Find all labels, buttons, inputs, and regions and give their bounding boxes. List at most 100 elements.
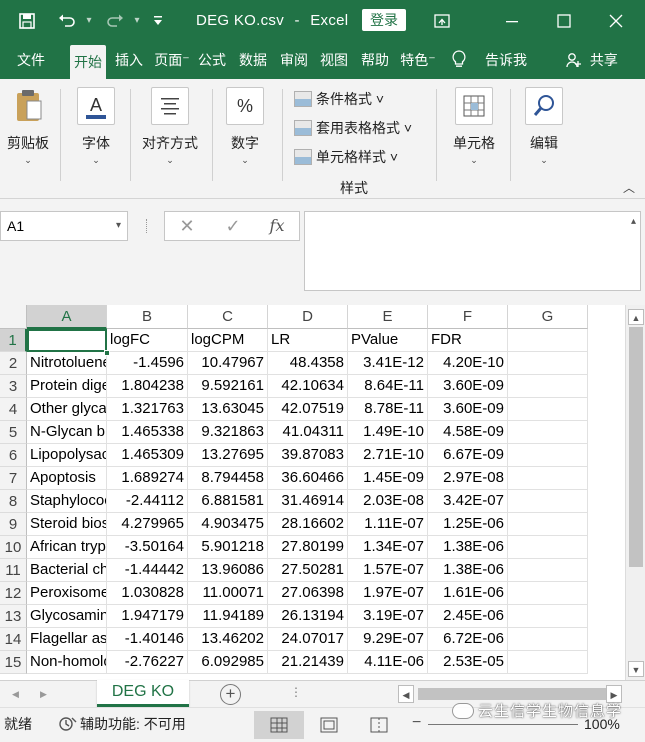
maximize-icon[interactable]	[542, 0, 586, 41]
grid-cell[interactable]: 1.57E-07	[348, 559, 428, 582]
grid-cell[interactable]	[508, 467, 588, 490]
row-header[interactable]: 6	[0, 444, 27, 467]
scroll-up-icon[interactable]: ▲	[628, 309, 644, 325]
tab-insert[interactable]: 插入	[110, 41, 148, 79]
grid-cell[interactable]: Staphylococcus aureus infection	[27, 490, 107, 513]
grid-cell[interactable]: 9.321863	[188, 421, 268, 444]
column-header-c[interactable]: C	[188, 305, 268, 329]
row-header[interactable]: 5	[0, 421, 27, 444]
tab-review[interactable]: 审阅	[276, 41, 312, 79]
grid-cell[interactable]: African trypanosomiasis	[27, 536, 107, 559]
grid-cell[interactable]: 42.07519	[268, 398, 348, 421]
grid-cell[interactable]	[508, 444, 588, 467]
grid-cell[interactable]: 10.47967	[188, 352, 268, 375]
save-icon[interactable]	[12, 0, 42, 41]
grid-cell[interactable]	[508, 582, 588, 605]
grid-cell[interactable]: 4.11E-06	[348, 651, 428, 674]
grid-cell[interactable]	[508, 651, 588, 674]
normal-view-icon[interactable]	[254, 711, 304, 739]
grid-cell[interactable]: 3.19E-07	[348, 605, 428, 628]
tab-split-grip[interactable]: ⋮	[290, 685, 302, 699]
add-sheet-button[interactable]: +	[220, 684, 241, 705]
select-all-corner[interactable]	[0, 305, 27, 329]
grid-cell[interactable]: 6.881581	[188, 490, 268, 513]
column-header-d[interactable]: D	[268, 305, 348, 329]
row-header[interactable]: 8	[0, 490, 27, 513]
tell-me-search[interactable]: 告诉我	[485, 41, 527, 79]
grid-cell[interactable]: 1.689274	[107, 467, 188, 490]
grid-cell[interactable]: 11.00071	[188, 582, 268, 605]
grid-cell[interactable]	[508, 421, 588, 444]
grid-cell[interactable]: logFC	[107, 329, 188, 352]
grid-cell[interactable]: LR	[268, 329, 348, 352]
grid-cell[interactable]: 8.78E-11	[348, 398, 428, 421]
enter-icon[interactable]: ✓	[211, 212, 255, 240]
undo-icon[interactable]	[52, 0, 82, 41]
grid-cell[interactable]	[508, 536, 588, 559]
row-header[interactable]: 1	[0, 329, 27, 352]
grid-cell[interactable]: 9.592161	[188, 375, 268, 398]
grid-cell[interactable]	[508, 490, 588, 513]
grid-cell[interactable]: 1.465309	[107, 444, 188, 467]
tab-help[interactable]: 帮助	[357, 41, 393, 79]
grid-cell[interactable]: 2.53E-05	[428, 651, 508, 674]
tab-view[interactable]: 视图	[316, 41, 352, 79]
grid-cell[interactable]: 11.94189	[188, 605, 268, 628]
grid-cell[interactable]	[508, 375, 588, 398]
grid-cell[interactable]: -1.40146	[107, 628, 188, 651]
grid-cell[interactable]: 41.04311	[268, 421, 348, 444]
grid-cell[interactable]: 6.72E-06	[428, 628, 508, 651]
grid-cell[interactable]: 13.46202	[188, 628, 268, 651]
login-button[interactable]: 登录	[362, 9, 406, 31]
grid-cell[interactable]: -2.44112	[107, 490, 188, 513]
accessibility-status[interactable]: 辅助功能: 不可用	[80, 708, 186, 740]
grid-cell[interactable]: Protein digestion and absorption	[27, 375, 107, 398]
scroll-down-icon[interactable]: ▼	[628, 661, 644, 677]
grid-cell[interactable]: 42.10634	[268, 375, 348, 398]
grid-cell[interactable]: 6.092985	[188, 651, 268, 674]
grid-cell[interactable]	[508, 605, 588, 628]
row-header[interactable]: 14	[0, 628, 27, 651]
grid-cell[interactable]: 5.901218	[188, 536, 268, 559]
tab-page-layout[interactable]: 页面⁻	[152, 41, 192, 79]
grid-cell[interactable]: 8.794458	[188, 467, 268, 490]
grid-cell[interactable]: 4.58E-09	[428, 421, 508, 444]
grid-cell[interactable]: 1.34E-07	[348, 536, 428, 559]
close-icon[interactable]	[594, 0, 638, 41]
grid-cell[interactable]: 1.38E-06	[428, 559, 508, 582]
next-sheet-icon[interactable]: ▶	[40, 683, 47, 705]
share-button[interactable]: 共享	[566, 41, 618, 79]
fill-handle[interactable]	[104, 350, 110, 356]
grid-cell[interactable]: Non-homologous end-joining	[27, 651, 107, 674]
grid-cell[interactable]: 27.06398	[268, 582, 348, 605]
grid-cell[interactable]: 6.67E-09	[428, 444, 508, 467]
grid-cell[interactable]: 36.60466	[268, 467, 348, 490]
grid-cell[interactable]: 3.60E-09	[428, 375, 508, 398]
tab-featured[interactable]: 特色⁻	[398, 41, 438, 79]
formula-bar-grip[interactable]	[146, 219, 148, 233]
grid-cell[interactable]	[508, 398, 588, 421]
grid-cell[interactable]	[508, 559, 588, 582]
grid-cell[interactable]: 39.87083	[268, 444, 348, 467]
row-header[interactable]: 3	[0, 375, 27, 398]
grid-cell[interactable]: 1.97E-07	[348, 582, 428, 605]
grid-cell[interactable]: 1.61E-06	[428, 582, 508, 605]
grid-cell[interactable]: N-Glycan biosynthesis	[27, 421, 107, 444]
tab-formulas[interactable]: 公式	[194, 41, 230, 79]
collapse-ribbon-icon[interactable]: ︿	[623, 179, 635, 196]
grid-cell[interactable]: 24.07017	[268, 628, 348, 651]
grid-cell[interactable]: 27.80199	[268, 536, 348, 559]
format-as-table-button[interactable]: 套用表格格式 ˅	[294, 117, 412, 139]
name-box[interactable]: A1 ▾	[0, 211, 128, 241]
grid-cell[interactable]: logCPM	[188, 329, 268, 352]
undo-dropdown-icon[interactable]: ▾	[82, 0, 96, 41]
grid-cell[interactable]: Apoptosis	[27, 467, 107, 490]
scroll-left-icon[interactable]: ◀	[398, 685, 414, 703]
grid-cell[interactable]: Lipopolysaccharide biosynthesis	[27, 444, 107, 467]
cancel-icon[interactable]: ✕	[165, 212, 209, 240]
redo-icon[interactable]	[100, 0, 130, 41]
grid-cell[interactable]: Bacterial chemotaxis	[27, 559, 107, 582]
row-header[interactable]: 2	[0, 352, 27, 375]
row-header[interactable]: 12	[0, 582, 27, 605]
grid-cell[interactable]: -1.44442	[107, 559, 188, 582]
